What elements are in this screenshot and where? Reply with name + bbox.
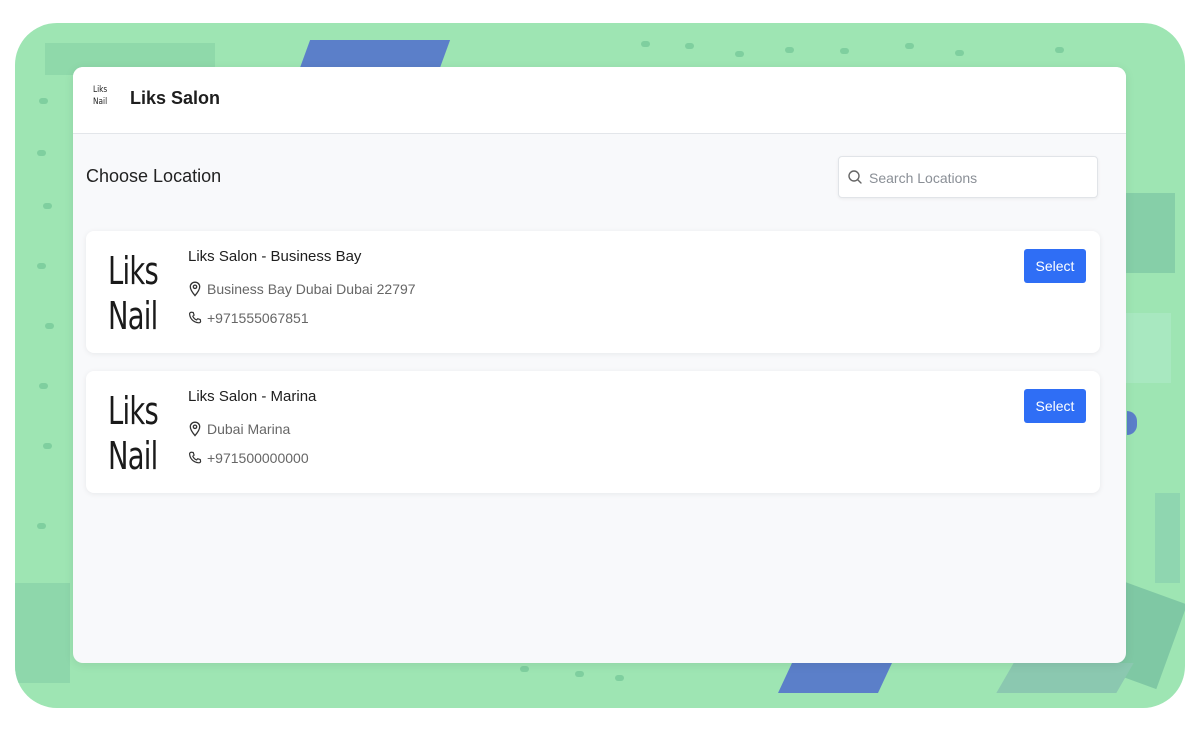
search-box[interactable] [838, 156, 1098, 198]
search-input[interactable] [867, 165, 1091, 191]
location-card: Liks Nail Liks Salon - Marina Dubai Mari… [86, 371, 1100, 493]
decor-shape [778, 663, 892, 693]
decor-dot [1055, 47, 1064, 53]
top-bar: Liks Nail Liks Salon [73, 67, 1126, 134]
decor-dot [955, 50, 964, 56]
location-phone: +971555067851 [207, 310, 309, 326]
decor-shape [1127, 411, 1137, 435]
decor-shape [1126, 313, 1171, 383]
app-window: Liks Nail Liks Salon Choose Location Lik… [73, 67, 1126, 663]
decor-shape [1155, 493, 1180, 583]
location-logo: Liks Nail [108, 249, 159, 338]
decor-dot [615, 675, 624, 681]
location-name: Liks Salon - Business Bay [188, 248, 362, 265]
location-name: Liks Salon - Marina [188, 388, 317, 405]
phone-icon [188, 311, 202, 324]
select-button[interactable]: Select [1024, 249, 1086, 283]
decor-shape [1125, 193, 1175, 273]
decor-dot [685, 43, 694, 49]
decor-dot [43, 203, 52, 209]
search-icon [848, 170, 862, 184]
decor-dot [37, 150, 46, 156]
decor-dot [840, 48, 849, 54]
location-address: Dubai Marina [207, 421, 291, 437]
decor-dot [43, 443, 52, 449]
decor-dot [735, 51, 744, 57]
decor-dot [45, 323, 54, 329]
decor-dot [39, 98, 48, 104]
location-logo: Liks Nail [108, 389, 159, 478]
location-pin-icon [189, 281, 201, 297]
decor-dot [905, 43, 914, 49]
decor-dot [520, 666, 529, 672]
phone-icon [188, 451, 202, 464]
decor-dot [37, 523, 46, 529]
decor-shape [299, 40, 451, 68]
location-card: Liks Nail Liks Salon - Business Bay Busi… [86, 231, 1100, 353]
decor-shape [15, 583, 70, 683]
decor-shape [996, 663, 1134, 693]
brand-logo: Liks Nail [93, 85, 108, 107]
decor-dot [37, 263, 46, 269]
location-phone: +971500000000 [207, 450, 309, 466]
decor-dot [785, 47, 794, 53]
decor-dot [575, 671, 584, 677]
select-button[interactable]: Select [1024, 389, 1086, 423]
location-address: Business Bay Dubai Dubai 22797 [207, 281, 416, 297]
decor-dot [641, 41, 650, 47]
page-heading: Choose Location [86, 166, 222, 186]
decor-dot [39, 383, 48, 389]
location-pin-icon [189, 421, 201, 437]
app-title: Liks Salon [130, 88, 221, 108]
